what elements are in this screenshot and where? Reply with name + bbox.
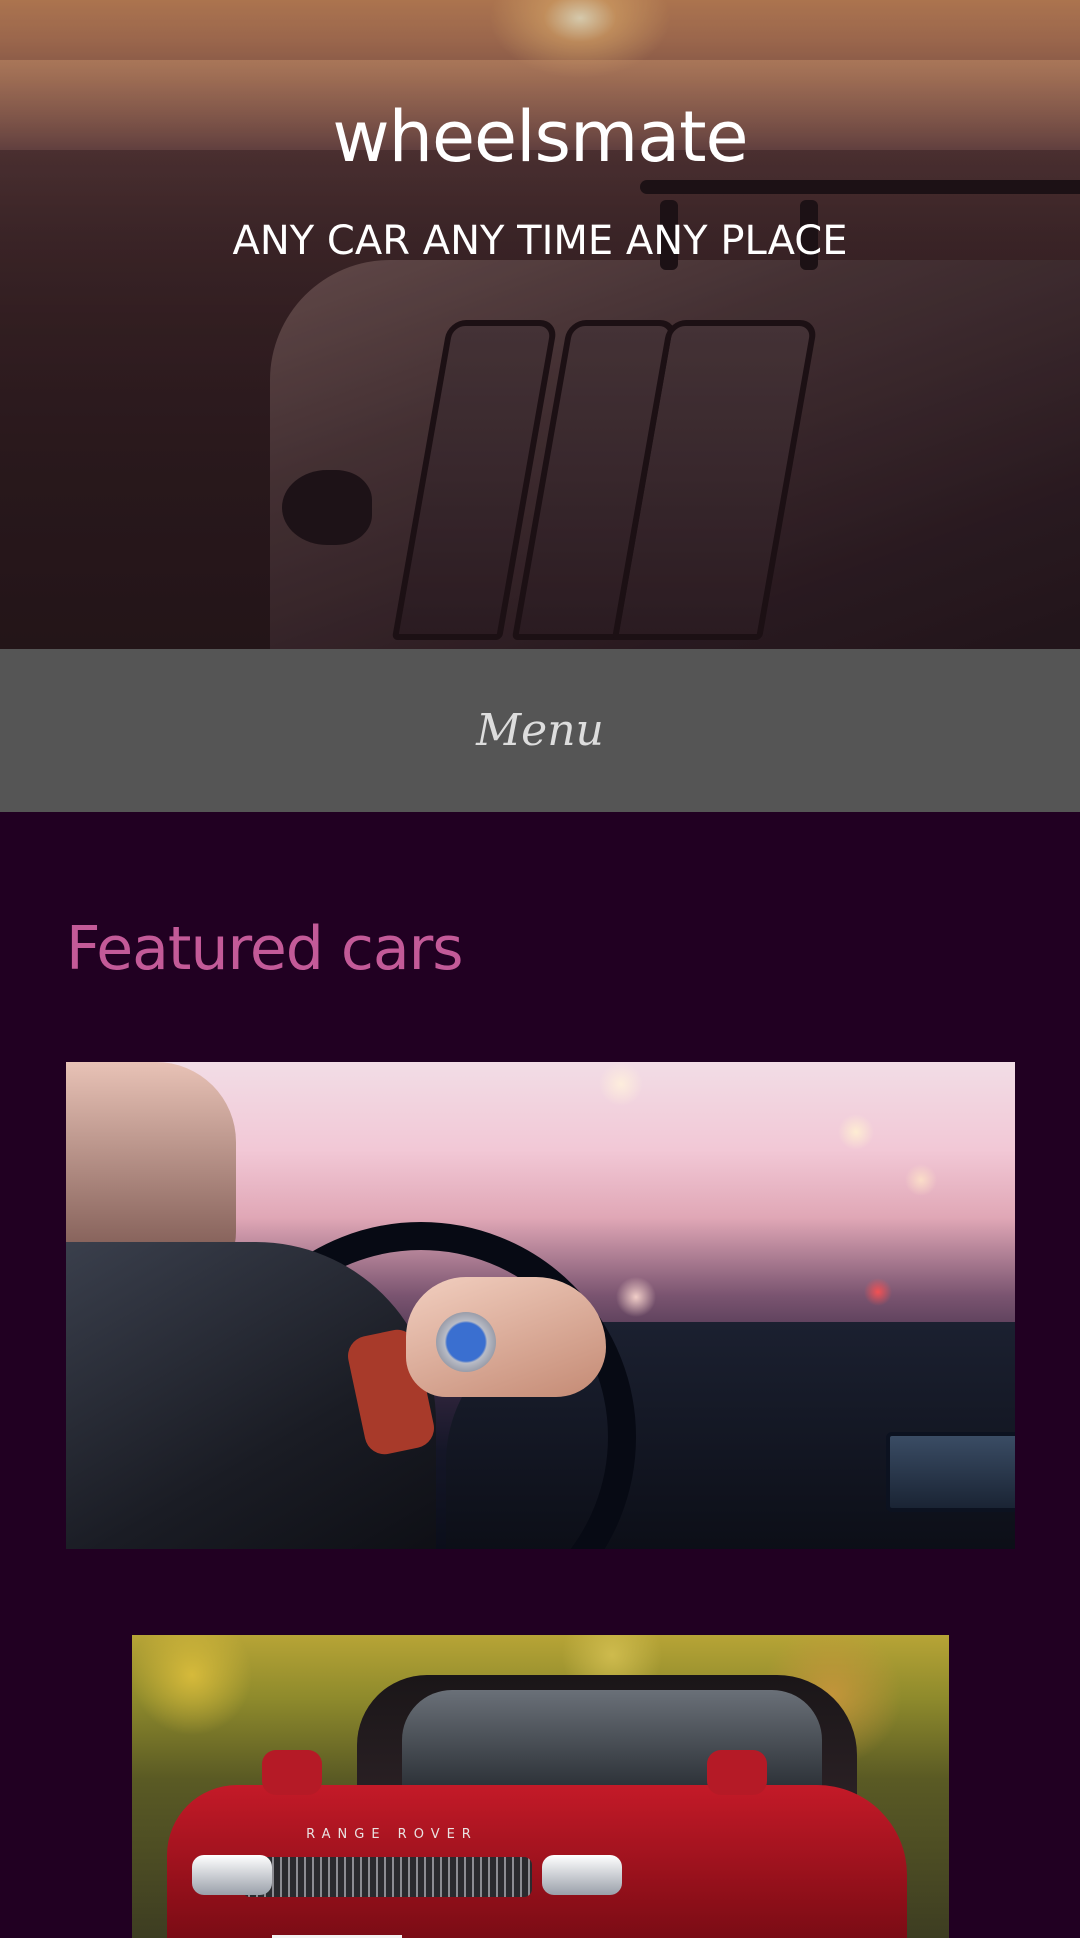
- menu-label: Menu: [476, 705, 604, 756]
- site-header: wheelsmate ANY CAR ANY TIME ANY PLACE: [0, 0, 1080, 649]
- car-headlight: [192, 1855, 272, 1895]
- car-mirror: [262, 1750, 322, 1795]
- site-tagline: ANY CAR ANY TIME ANY PLACE: [232, 218, 848, 264]
- range-rover-image[interactable]: RANGE ROVER: [132, 1635, 949, 1938]
- wristwatch: [436, 1312, 496, 1372]
- car-headlight: [542, 1855, 622, 1895]
- site-title[interactable]: wheelsmate: [0, 96, 1080, 178]
- car-grille: [242, 1857, 532, 1897]
- car-brand-lettering: RANGE ROVER: [306, 1827, 478, 1842]
- featured-driving-image[interactable]: [66, 1062, 1015, 1549]
- infotainment-screen: [886, 1432, 1015, 1512]
- section-title: Featured cars: [66, 914, 464, 984]
- menu-toggle-button[interactable]: Menu: [0, 649, 1080, 812]
- car-mirror: [707, 1750, 767, 1795]
- main-content: Featured cars RANGE ROVER: [0, 812, 1080, 1938]
